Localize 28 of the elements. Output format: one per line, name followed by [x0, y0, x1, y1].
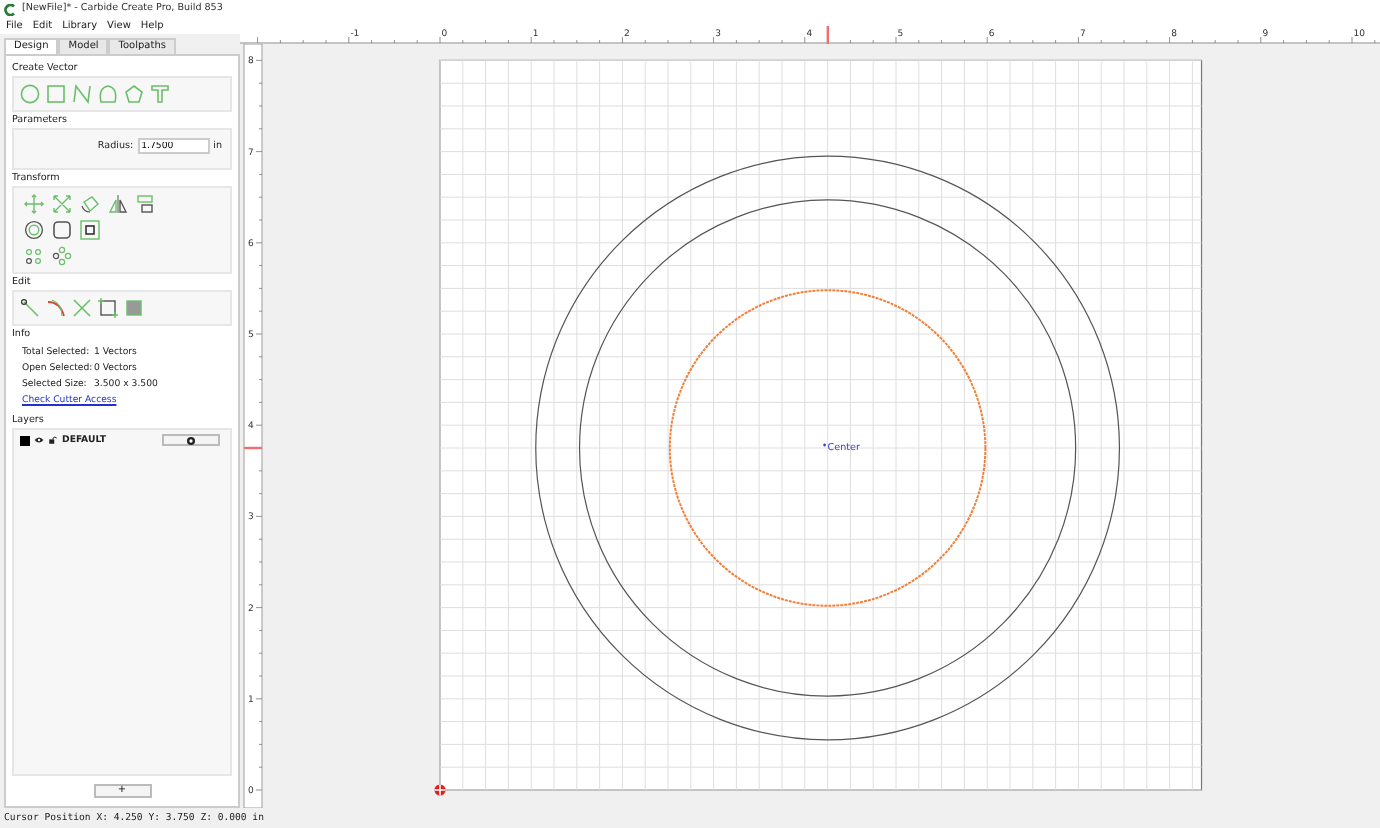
circle-icon[interactable] — [20, 84, 40, 104]
rotate-icon[interactable] — [80, 194, 100, 214]
circular-array-icon[interactable] — [52, 246, 72, 266]
bounding-box-icon[interactable] — [98, 298, 118, 318]
fillet-icon[interactable] — [52, 220, 72, 240]
cursor-marker — [826, 26, 829, 44]
offset-icon[interactable] — [24, 220, 44, 240]
array-icon[interactable] — [24, 246, 44, 266]
fill-box-icon[interactable] — [124, 298, 144, 318]
polyline-icon[interactable] — [72, 84, 92, 104]
trim-icon[interactable] — [46, 298, 66, 318]
origin-marker — [433, 783, 447, 797]
node-pointer-icon[interactable] — [20, 298, 40, 318]
align-icon[interactable] — [136, 194, 156, 214]
cross-icon[interactable] — [72, 298, 92, 318]
settings-icon — [186, 435, 196, 445]
lock-icon[interactable] — [48, 436, 58, 444]
node-edit-icon[interactable] — [80, 220, 100, 240]
app-icon — [4, 3, 16, 15]
rectangle-icon[interactable] — [46, 84, 66, 104]
layer-color[interactable] — [20, 435, 30, 445]
layer-settings-button[interactable] — [162, 434, 220, 446]
eye-icon[interactable] — [34, 436, 44, 444]
text-icon[interactable] — [150, 84, 170, 104]
cursor-marker — [244, 446, 262, 450]
pentagon-icon[interactable] — [124, 84, 144, 104]
mirror-icon[interactable] — [108, 194, 128, 214]
curve-icon[interactable] — [98, 84, 118, 104]
